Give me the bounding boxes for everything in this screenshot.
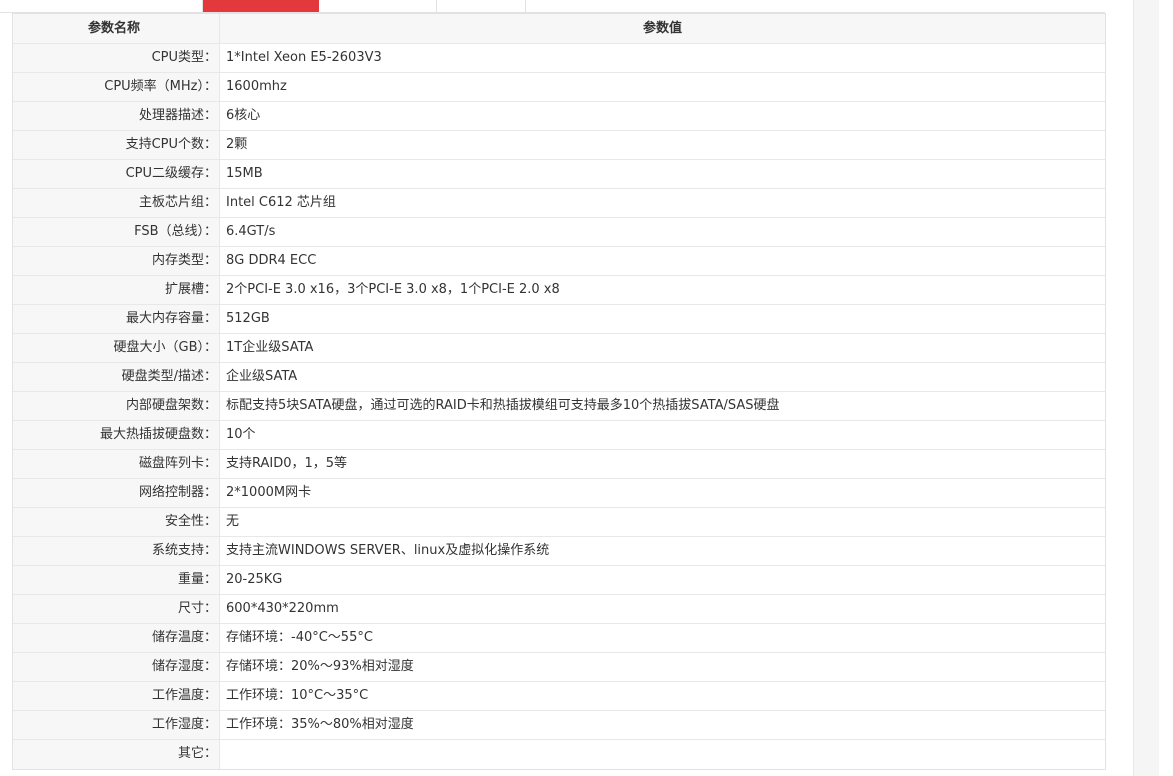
spec-value: 1*Intel Xeon E5-2603V3 [220, 44, 1105, 72]
spec-row: 处理器描述： 6核心 [13, 102, 1105, 131]
spec-value: 1T企业级SATA [220, 334, 1105, 362]
spec-value: 存储环境：-40°C～55°C [220, 624, 1105, 652]
spec-name: 主板芯片组： [13, 189, 220, 217]
tab-active[interactable] [203, 0, 319, 12]
spec-row: 硬盘大小（GB）： 1T企业级SATA [13, 334, 1105, 363]
spec-name: FSB（总线）： [13, 218, 220, 246]
spec-name: 硬盘大小（GB）： [13, 334, 220, 362]
spec-value: 无 [220, 508, 1105, 536]
spec-value: 支持RAID0，1，5等 [220, 450, 1105, 478]
spec-row: 最大内存容量： 512GB [13, 305, 1105, 334]
header-param-value: 参数值 [220, 14, 1105, 43]
spec-name: CPU频率（MHz）： [13, 73, 220, 101]
spec-value: 20-25KG [220, 566, 1105, 594]
spec-row: 扩展槽： 2个PCI-E 3.0 x16，3个PCI-E 3.0 x8，1个PCI… [13, 276, 1105, 305]
spec-name: 磁盘阵列卡： [13, 450, 220, 478]
spec-name: 硬盘类型/描述： [13, 363, 220, 391]
spec-row: 硬盘类型/描述： 企业级SATA [13, 363, 1105, 392]
spec-name: 内部硬盘架数： [13, 392, 220, 420]
spec-row: 内存类型： 8G DDR4 ECC [13, 247, 1105, 276]
spec-row: CPU类型： 1*Intel Xeon E5-2603V3 [13, 44, 1105, 73]
spec-name: 支持CPU个数： [13, 131, 220, 159]
spec-value: 6.4GT/s [220, 218, 1105, 246]
spec-row: 主板芯片组： Intel C612 芯片组 [13, 189, 1105, 218]
spec-value: 工作环境：35%～80%相对湿度 [220, 711, 1105, 739]
spec-name: 尺寸： [13, 595, 220, 623]
spec-row: CPU频率（MHz）： 1600mhz [13, 73, 1105, 102]
spec-name: 储存温度： [13, 624, 220, 652]
spec-row: 重量： 20-25KG [13, 566, 1105, 595]
spec-value: 存储环境：20%～93%相对湿度 [220, 653, 1105, 681]
spec-row: 安全性：无 [13, 508, 1105, 537]
spec-row: 支持CPU个数： 2颗 [13, 131, 1105, 160]
spec-row: 网络控制器： 2*1000M网卡 [13, 479, 1105, 508]
spec-value: 15MB [220, 160, 1105, 188]
spec-value: Intel C612 芯片组 [220, 189, 1105, 217]
spec-row: 尺寸： 600*430*220mm [13, 595, 1105, 624]
spec-value: 512GB [220, 305, 1105, 333]
spec-name: CPU二级缓存： [13, 160, 220, 188]
spec-row: 工作温度： 工作环境：10°C～35°C [13, 682, 1105, 711]
spec-value: 标配支持5块SATA硬盘，通过可选的RAID卡和热插拔模组可支持最多10个热插拔… [220, 392, 1105, 420]
spec-value: 8G DDR4 ECC [220, 247, 1105, 275]
spec-value: 1600mhz [220, 73, 1105, 101]
spec-row: CPU二级缓存： 15MB [13, 160, 1105, 189]
spec-value: 2*1000M网卡 [220, 479, 1105, 507]
spec-name: 工作温度： [13, 682, 220, 710]
spec-name: 重量： [13, 566, 220, 594]
spec-row: 最大热插拔硬盘数： 10个 [13, 421, 1105, 450]
spec-name: 工作湿度： [13, 711, 220, 739]
spec-value: 10个 [220, 421, 1105, 449]
spec-row: 内部硬盘架数： 标配支持5块SATA硬盘，通过可选的RAID卡和热插拔模组可支持最… [13, 392, 1105, 421]
spec-name: 最大内存容量： [13, 305, 220, 333]
spec-table-header: 参数名称 参数值 [13, 14, 1105, 44]
spec-row: 储存湿度： 存储环境：20%～93%相对湿度 [13, 653, 1105, 682]
product-tab-bar [0, 0, 1105, 13]
tab-4[interactable] [437, 0, 526, 12]
spec-name: 其它： [13, 740, 220, 769]
spec-row: 其它： [13, 740, 1105, 769]
spec-row: 磁盘阵列卡： 支持RAID0，1，5等 [13, 450, 1105, 479]
spec-value: 6核心 [220, 102, 1105, 130]
spec-value: 企业级SATA [220, 363, 1105, 391]
spec-row: 储存温度： 存储环境：-40°C～55°C [13, 624, 1105, 653]
spec-value: 2个PCI-E 3.0 x16，3个PCI-E 3.0 x8，1个PCI-E 2… [220, 276, 1105, 304]
spec-value [220, 740, 1105, 769]
spec-name: 安全性： [13, 508, 220, 536]
tab-1[interactable] [85, 0, 203, 12]
spec-name: 扩展槽： [13, 276, 220, 304]
spec-name: 储存湿度： [13, 653, 220, 681]
spec-name: 处理器描述： [13, 102, 220, 130]
spec-row: FSB（总线）： 6.4GT/s [13, 218, 1105, 247]
spec-table: 参数名称 参数值 CPU类型： 1*Intel Xeon E5-2603V3 CPU… [12, 13, 1106, 770]
page-scroll-gutter [1133, 0, 1159, 776]
spec-name: 最大热插拔硬盘数： [13, 421, 220, 449]
spec-row: 工作湿度： 工作环境：35%～80%相对湿度 [13, 711, 1105, 740]
spec-name: 内存类型： [13, 247, 220, 275]
header-param-name: 参数名称 [13, 14, 220, 43]
spec-name: CPU类型： [13, 44, 220, 72]
spec-row: 系统支持： 支持主流WINDOWS SERVER、linux及虚拟化操作系统 [13, 537, 1105, 566]
spec-name: 系统支持： [13, 537, 220, 565]
spec-value: 支持主流WINDOWS SERVER、linux及虚拟化操作系统 [220, 537, 1105, 565]
spec-name: 网络控制器： [13, 479, 220, 507]
spec-value: 2颗 [220, 131, 1105, 159]
spec-value: 工作环境：10°C～35°C [220, 682, 1105, 710]
tab-3[interactable] [319, 0, 437, 12]
spec-value: 600*430*220mm [220, 595, 1105, 623]
